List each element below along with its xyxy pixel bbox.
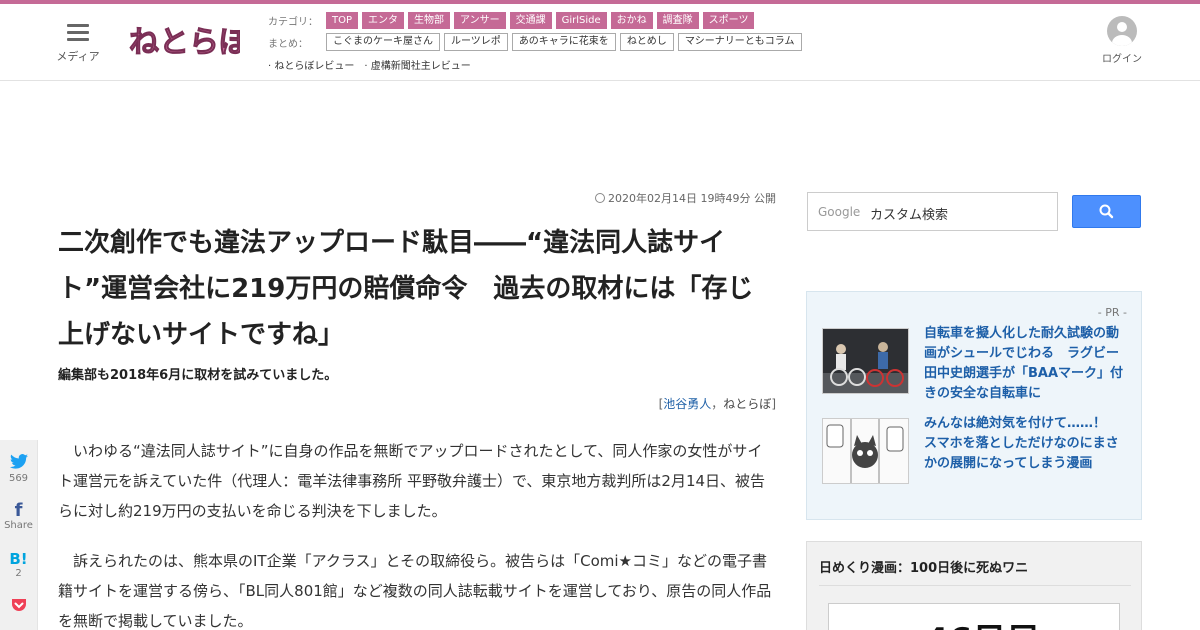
- summary-chip-hanataba[interactable]: あのキャラに花束を: [511, 33, 616, 51]
- login-label: ログイン: [1102, 54, 1142, 65]
- publish-date: 2020年02月14日 19時49分 公開: [58, 190, 776, 208]
- daily-manga-card[interactable]: 46日目: [828, 603, 1120, 630]
- pr-item-thumbnail: [822, 418, 909, 484]
- article-subhead: 編集部も2018年6月に取材を試みていました。: [58, 368, 338, 383]
- byline-separator: ，: [711, 397, 724, 411]
- summary-row: まとめ： こぐまのケーキ屋さん ルーツレポ あのキャラに花束を ねとめし マシー…: [268, 32, 868, 52]
- byline-site: ねとらぼ: [723, 397, 772, 411]
- link-kyoko-review[interactable]: · 虚構新聞社主レビュー: [364, 57, 470, 72]
- pr-label: - PR -: [1097, 306, 1127, 319]
- search-brand-label: Google: [818, 205, 861, 219]
- daily-manga-widget: 日めくり漫画：100日後に死ぬワニ 46日目: [806, 541, 1142, 630]
- pocket-save-button[interactable]: [0, 584, 37, 630]
- category-tag-seibutsubu[interactable]: 生物部: [408, 11, 451, 29]
- category-tag-enta[interactable]: エンタ: [362, 11, 405, 29]
- category-tag-sports[interactable]: スポーツ: [702, 11, 755, 29]
- hatena-bookmark-button[interactable]: B! 2: [0, 536, 37, 584]
- link-netorabo-review[interactable]: · ねとらぼレビュー: [268, 57, 354, 72]
- pr-sponsored-box: - PR - 自転車を擬人化した耐久試験の動画がシュールでじわる ラグビー田中史…: [806, 291, 1142, 520]
- article: 2020年02月14日 19時49分 公開 二次創作でも違法アップロード駄目――…: [58, 190, 776, 630]
- category-tag-girlside[interactable]: GirlSide: [555, 11, 607, 29]
- facebook-share-label: Share: [4, 520, 33, 531]
- pr-item-title: みんなは絶対気を付けて……！ スマホを落としただけなのにまさかの展開になってしま…: [924, 416, 1120, 471]
- pr-item-thumbnail: [822, 328, 909, 394]
- user-avatar-icon: [1107, 16, 1137, 46]
- search-placeholder: カスタム検索: [870, 208, 949, 223]
- pr-item-title: 自転車を擬人化した耐久試験の動画がシュールでじわる ラグビー田中史朗選手が「BA…: [924, 326, 1124, 401]
- site-logo-mark: ねとらぼ: [129, 25, 251, 61]
- byline-close-bracket: ]: [771, 397, 776, 411]
- site-logo[interactable]: ねとらぼ: [127, 19, 251, 63]
- facebook-share-button[interactable]: f Share: [0, 488, 37, 536]
- facebook-icon: f: [14, 500, 23, 521]
- hatena-bookmark-count: 2: [15, 568, 22, 579]
- search-icon: [1099, 204, 1114, 219]
- article-byline: [池谷勇人，ねとらぼ]: [58, 395, 776, 412]
- article-paragraph: いわゆる“違法同人誌サイト”に自身の作品を無断でアップロードされたとして、同人作…: [58, 442, 766, 520]
- daily-manga-title: 日めくり漫画：100日後に死ぬワニ: [819, 557, 1131, 586]
- category-tag-kotsuka[interactable]: 交通課: [509, 11, 552, 29]
- category-tag-top[interactable]: TOP: [326, 11, 359, 29]
- publish-date-text: 2020年02月14日 19時49分 公開: [608, 192, 776, 205]
- summary-chip-netomeshi[interactable]: ねとめし: [619, 33, 674, 51]
- summary-label: まとめ：: [268, 38, 308, 50]
- site-search-input[interactable]: Google カスタム検索: [807, 192, 1058, 231]
- hatena-bookmark-icon: B!: [9, 550, 28, 568]
- article-body: いわゆる“違法同人誌サイト”に自身の作品を無断でアップロードされたとして、同人作…: [58, 436, 776, 630]
- category-label: カテゴリ：: [268, 16, 318, 28]
- article-headline: 二次創作でも違法アップロード駄目――“違法同人誌サイト”運営会社に219万円の賠…: [58, 228, 754, 350]
- pocket-icon: [0, 598, 37, 617]
- daily-manga-card-art: 46日目: [925, 621, 1040, 630]
- twitter-icon: [0, 454, 37, 473]
- media-menu-label: メディア: [56, 50, 100, 63]
- summary-chip-kuma-cake[interactable]: こぐまのケーキ屋さん: [326, 33, 440, 51]
- site-header: メディア ねとらぼ カテゴリ： TOP エンタ 生物部 アンサー 交通課 Gir…: [0, 4, 1200, 81]
- category-row: カテゴリ： TOP エンタ 生物部 アンサー 交通課 GirlSide おかね …: [268, 10, 868, 30]
- category-navigation: カテゴリ： TOP エンタ 生物部 アンサー 交通課 GirlSide おかね …: [268, 10, 868, 76]
- site-logo-text: ねとらぼ: [129, 25, 240, 60]
- share-bar: 569 f Share B! 2: [0, 440, 38, 630]
- category-tag-chosatai[interactable]: 調査隊: [656, 11, 699, 29]
- category-tag-okane[interactable]: おかね: [610, 11, 653, 29]
- daily-manga-card-text: 46日目: [925, 621, 1040, 630]
- login-button[interactable]: ログイン: [1098, 16, 1146, 65]
- twitter-share-count: 569: [8, 473, 29, 484]
- article-paragraph: 訴えられたのは、熊本県のIT企業「アクラス」とその取締役ら。被告らは「Comi★…: [58, 552, 772, 630]
- review-links-row: · ねとらぼレビュー · 虚構新聞社主レビュー: [268, 54, 868, 74]
- summary-chip-roots-report[interactable]: ルーツレポ: [444, 33, 508, 51]
- summary-chip-machinery-column[interactable]: マシーナリーともコラム: [677, 33, 802, 51]
- media-menu-button[interactable]: メディア: [54, 20, 102, 66]
- hamburger-icon: [67, 24, 89, 42]
- twitter-share-button[interactable]: 569: [0, 440, 37, 488]
- category-tag-answer[interactable]: アンサー: [454, 11, 506, 29]
- search-button[interactable]: [1072, 195, 1141, 228]
- author-link[interactable]: 池谷勇人: [663, 397, 711, 411]
- clock-icon: [595, 193, 606, 203]
